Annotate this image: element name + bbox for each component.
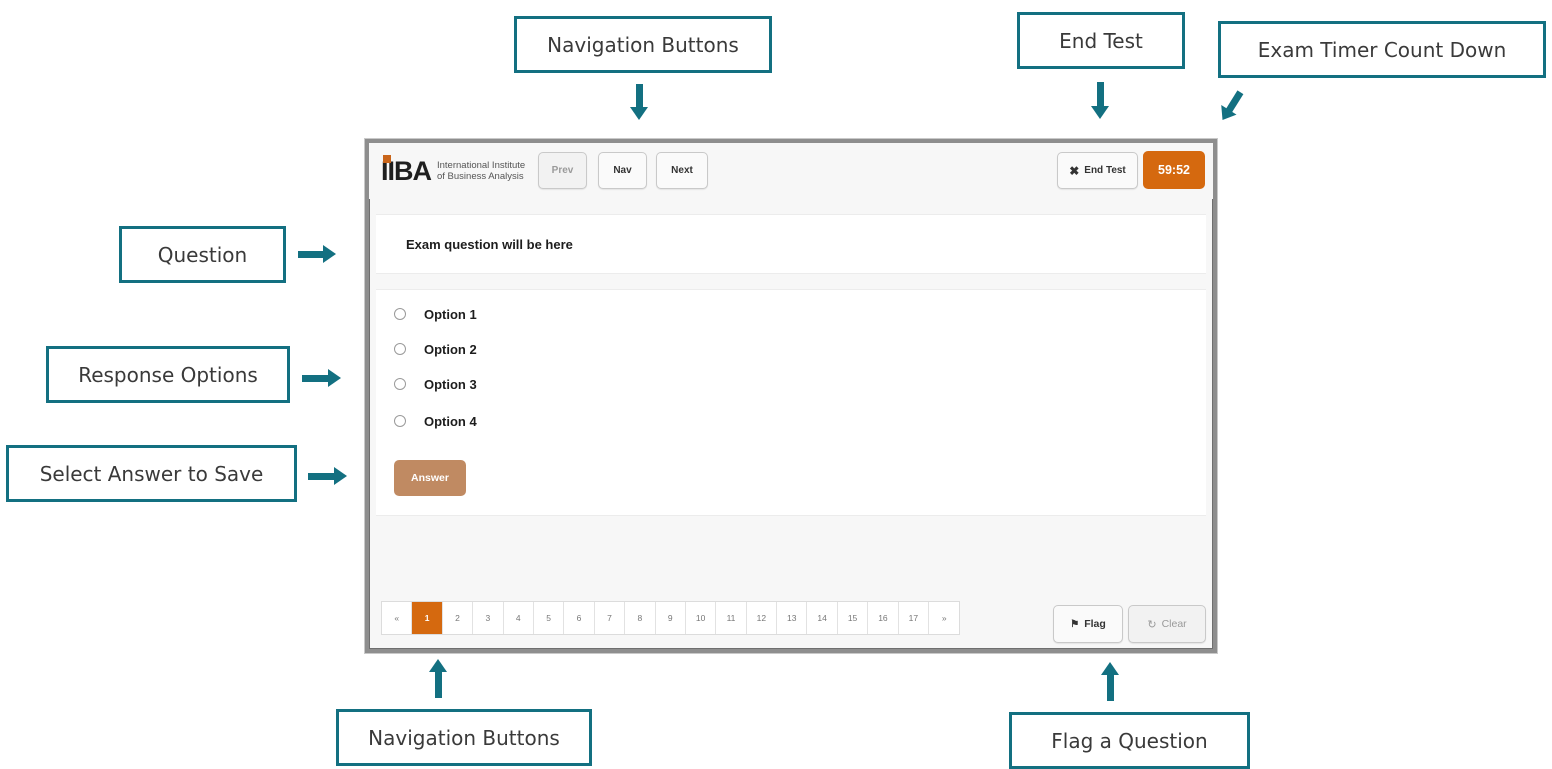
iiba-logo: IIBA International Institute of Business… xyxy=(381,154,526,187)
page-8[interactable]: 8 xyxy=(625,602,656,634)
option-3[interactable]: Option 3 xyxy=(394,374,477,394)
option-4[interactable]: Option 4 xyxy=(394,411,477,431)
flag-icon: ⚑ xyxy=(1070,618,1080,630)
callout-end-test: End Test xyxy=(1017,12,1185,69)
page-4[interactable]: 4 xyxy=(504,602,534,634)
prev-button[interactable]: Prev xyxy=(538,152,587,189)
option-2[interactable]: Option 2 xyxy=(394,339,477,359)
option-label: Option 4 xyxy=(424,413,477,429)
radio-button[interactable] xyxy=(394,308,406,320)
option-label: Option 1 xyxy=(424,306,477,322)
radio-button[interactable] xyxy=(394,415,406,427)
option-label: Option 3 xyxy=(424,376,477,392)
page-7[interactable]: 7 xyxy=(595,602,626,634)
page-2[interactable]: 2 xyxy=(443,602,474,634)
callout-navigation-buttons-bottom: Navigation Buttons xyxy=(336,709,592,766)
option-label: Option 2 xyxy=(424,341,477,357)
page-6[interactable]: 6 xyxy=(564,602,595,634)
pagination-next[interactable]: » xyxy=(929,602,959,634)
page-9[interactable]: 9 xyxy=(656,602,686,634)
page-5[interactable]: 5 xyxy=(534,602,565,634)
page-1[interactable]: 1 xyxy=(412,602,443,634)
flag-button[interactable]: ⚑ Flag xyxy=(1053,605,1123,643)
callout-response-options: Response Options xyxy=(46,346,290,403)
refresh-icon: ↻ xyxy=(1147,618,1157,631)
page-10[interactable]: 10 xyxy=(686,602,717,634)
radio-button[interactable] xyxy=(394,343,406,355)
callout-exam-timer: Exam Timer Count Down xyxy=(1218,21,1546,78)
toolbar: IIBA International Institute of Business… xyxy=(369,143,1213,199)
option-1[interactable]: Option 1 xyxy=(394,304,477,324)
response-options-panel: Option 1 Option 2 Option 3 Option 4 Answ… xyxy=(376,289,1206,516)
page-13[interactable]: 13 xyxy=(777,602,808,634)
page-15[interactable]: 15 xyxy=(838,602,869,634)
page-14[interactable]: 14 xyxy=(807,602,838,634)
end-test-button[interactable]: ✖ End Test xyxy=(1057,152,1138,189)
question-text: Exam question will be here xyxy=(406,236,573,252)
callout-navigation-buttons-top: Navigation Buttons xyxy=(514,16,772,73)
question-pagination: « 1 2 3 4 5 6 7 8 9 10 11 12 13 14 15 16… xyxy=(381,601,961,635)
pagination-prev[interactable]: « xyxy=(382,602,413,634)
radio-button[interactable] xyxy=(394,378,406,390)
answer-button[interactable]: Answer xyxy=(394,460,466,496)
page-3[interactable]: 3 xyxy=(473,602,504,634)
question-panel: Exam question will be here xyxy=(376,214,1206,274)
callout-flag-question: Flag a Question xyxy=(1009,712,1250,769)
nav-button[interactable]: Nav xyxy=(598,152,647,189)
logo-mark: IIBA xyxy=(381,154,432,186)
page-17[interactable]: 17 xyxy=(899,602,930,634)
next-button[interactable]: Next xyxy=(656,152,708,189)
clear-button[interactable]: ↻ Clear xyxy=(1128,605,1206,643)
callout-question: Question xyxy=(119,226,286,283)
logo-text: International Institute of Business Anal… xyxy=(437,160,526,182)
callout-select-answer: Select Answer to Save xyxy=(6,445,297,502)
exam-window: IIBA International Institute of Business… xyxy=(364,138,1218,654)
page-16[interactable]: 16 xyxy=(868,602,899,634)
close-icon: ✖ xyxy=(1069,163,1080,178)
exam-timer: 59:52 xyxy=(1143,151,1205,189)
page-12[interactable]: 12 xyxy=(747,602,778,634)
page-11[interactable]: 11 xyxy=(716,602,747,634)
